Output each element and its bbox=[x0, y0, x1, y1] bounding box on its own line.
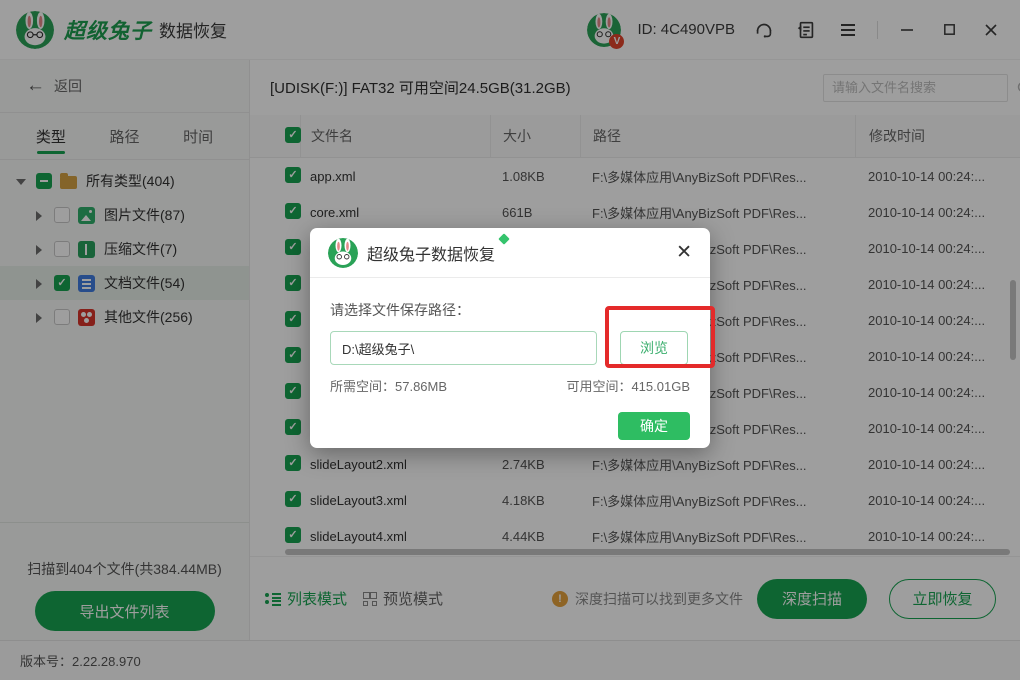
dialog-logo-rabbit-icon bbox=[328, 237, 358, 268]
dialog-titlebar: 超级兔子数据恢复 ✕ bbox=[310, 228, 710, 278]
dialog-title: 超级兔子数据恢复 bbox=[367, 232, 510, 265]
save-path-input[interactable] bbox=[330, 331, 597, 365]
dialog-close-icon[interactable]: ✕ bbox=[676, 243, 692, 262]
sparkle-icon bbox=[498, 232, 510, 245]
confirm-button[interactable]: 确定 bbox=[618, 412, 690, 440]
required-space: 所需空间：57.86MB bbox=[330, 379, 448, 394]
annotation-highlight-box bbox=[605, 306, 715, 368]
available-space: 可用空间：415.01GB bbox=[566, 379, 690, 394]
